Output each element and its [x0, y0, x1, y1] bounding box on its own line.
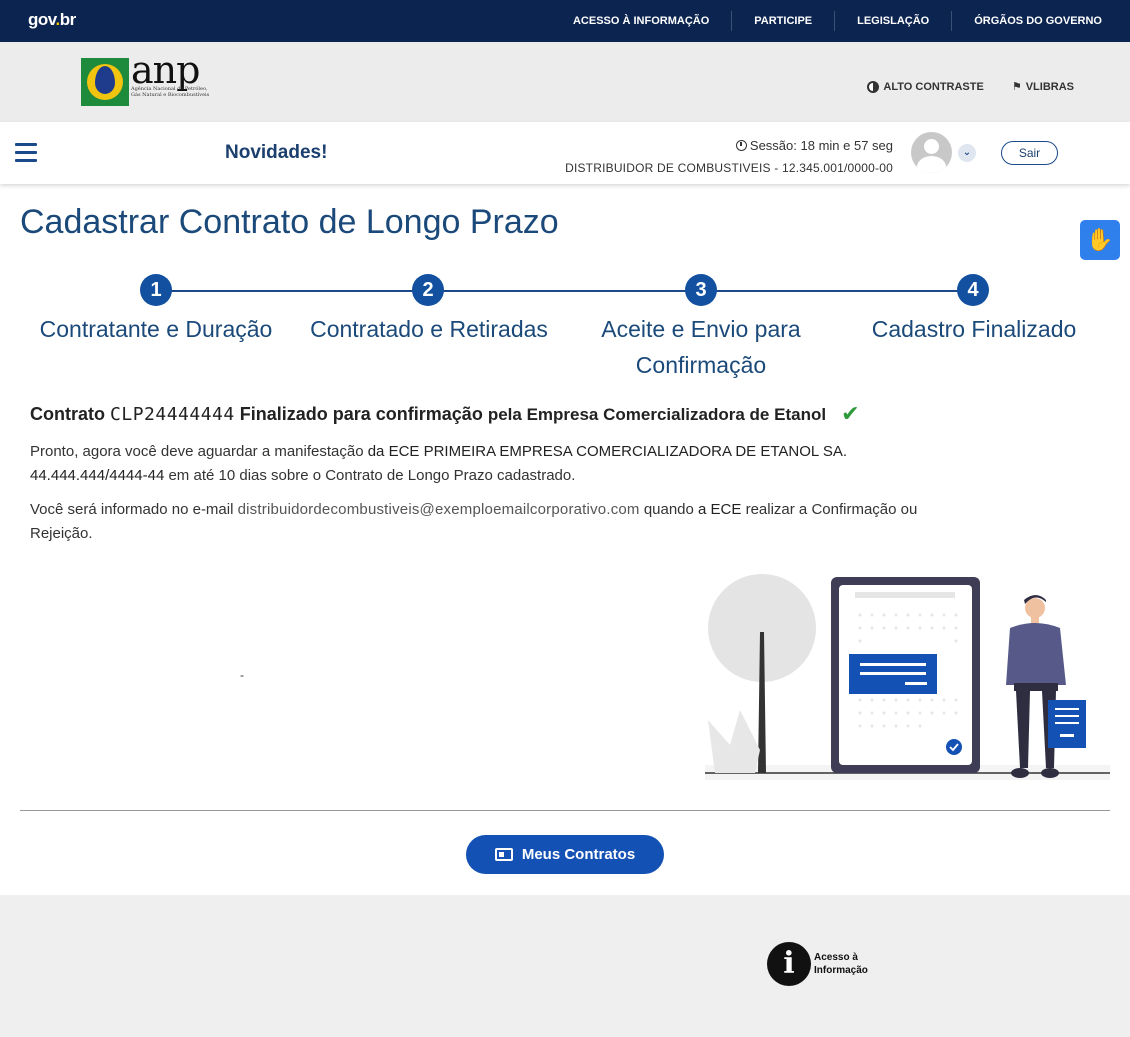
contract-finalized-heading: Contrato CLP24444444 Finalizado para con… [30, 401, 860, 426]
libras-hands-icon[interactable]: ✋ [1080, 220, 1120, 260]
stepper-line [156, 290, 973, 292]
step-2-label: Contratado e Retiradas [310, 316, 548, 342]
contract-code: CLP24444444 [110, 404, 235, 425]
step-4-number: 4 [957, 274, 989, 306]
govbr-links: ACESSO À INFORMAÇÃO PARTICIPE LEGISLAÇÃO… [551, 0, 1102, 42]
sair-button[interactable]: Sair [1001, 141, 1058, 165]
footer [0, 895, 1130, 1037]
accessibility-tools: ALTO CONTRASTE ⚑ VLIBRAS [867, 80, 1074, 93]
link-legislacao[interactable]: LEGISLAÇÃO [834, 11, 951, 31]
email-address: distribuidordecombustiveis@exemploemailc… [237, 501, 640, 518]
site-header: anp Agência Nacional do Petróleo, Gás Na… [0, 42, 1130, 122]
chevron-down-icon[interactable]: ⌄ [958, 144, 976, 162]
anp-logo[interactable]: anp Agência Nacional do Petróleo, Gás Na… [81, 48, 209, 110]
menu-icon[interactable] [15, 143, 37, 163]
step-3-label: Aceite e Envio para Confirmação [601, 316, 801, 378]
step-3-number: 3 [685, 274, 717, 306]
flag-icon: ⚑ [1011, 81, 1022, 93]
link-participe[interactable]: PARTICIPE [731, 11, 834, 31]
novidades-link[interactable]: Novidades! [225, 142, 327, 164]
info-paragraph-2: Você será informado no e-mail distribuid… [30, 501, 918, 542]
newspaper-icon [494, 848, 513, 861]
link-orgaos-governo[interactable]: ÓRGÃOS DO GOVERNO [951, 11, 1102, 31]
info-paragraph-1: Pronto, agora você deve aguardar a manif… [30, 443, 848, 484]
govbr-top-bar: gov.br ACESSO À INFORMAÇÃO PARTICIPE LEG… [0, 0, 1130, 42]
step-1-label: Contratante e Duração [39, 316, 273, 342]
alto-contraste-button[interactable]: ALTO CONTRASTE [867, 80, 984, 93]
page-title: Cadastrar Contrato de Longo Prazo [20, 203, 559, 241]
step-1-number: 1 [140, 274, 172, 306]
session-info: Sessão: 18 min e 57 seg DISTRIBUIDOR DE … [565, 135, 893, 179]
main-nav: Novidades! Sessão: 18 min e 57 seg DISTR… [0, 122, 1130, 184]
clock-icon [735, 140, 747, 151]
avatar[interactable] [911, 132, 952, 173]
step-2-number: 2 [412, 274, 444, 306]
contrast-icon [867, 80, 880, 93]
vlibras-button[interactable]: ⚑ VLIBRAS [1011, 80, 1074, 94]
meus-contratos-button[interactable]: Meus Contratos [466, 835, 664, 874]
confirmation-illustration [705, 574, 1110, 780]
link-acesso-informacao[interactable]: ACESSO À INFORMAÇÃO [551, 11, 731, 31]
acesso-informacao-link[interactable]: i Acesso à Informação [767, 942, 868, 986]
info-icon: i [767, 942, 811, 986]
divider [20, 810, 1110, 811]
govbr-logo[interactable]: gov.br [28, 10, 76, 30]
user-company: DISTRIBUIDOR DE COMBUSTIVEIS - 12.345.00… [565, 161, 893, 175]
step-4-label: Cadastro Finalizado [871, 316, 1077, 342]
check-icon: ✔ [841, 401, 860, 426]
anp-emblem-icon [81, 58, 129, 106]
